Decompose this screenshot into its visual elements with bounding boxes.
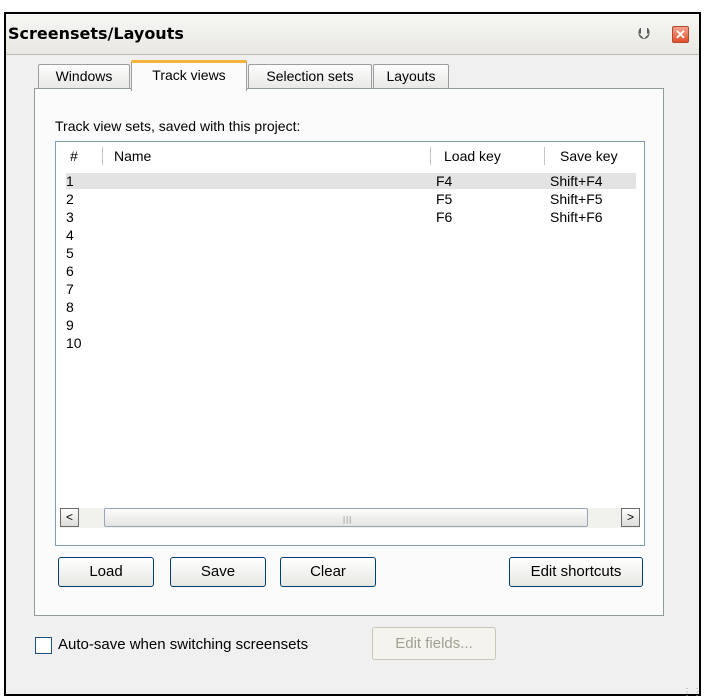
row-number: 8 — [66, 299, 74, 315]
tab-track-views[interactable]: Track views — [131, 60, 247, 91]
row-number: 5 — [66, 245, 74, 261]
clear-button[interactable]: Clear — [280, 557, 376, 587]
autosave-checkbox[interactable] — [35, 637, 52, 654]
list-row[interactable]: 8 — [66, 299, 636, 315]
column-divider[interactable] — [102, 147, 103, 165]
list-header: # Name Load key Save key — [56, 142, 644, 170]
window-title: Screensets/Layouts — [8, 24, 184, 43]
scroll-right-icon[interactable]: > — [621, 508, 640, 527]
pin-icon[interactable]: ⮋ — [635, 26, 653, 44]
column-header-load-key[interactable]: Load key — [444, 148, 501, 164]
load-button[interactable]: Load — [58, 557, 154, 587]
track-view-list[interactable]: # Name Load key Save key 1 F4 Shift+F4 2… — [55, 141, 645, 546]
save-button[interactable]: Save — [170, 557, 266, 587]
edit-fields-button: Edit fields... — [372, 627, 496, 660]
list-row[interactable]: 9 — [66, 317, 636, 333]
scroll-left-icon[interactable]: < — [60, 508, 79, 527]
row-load-key: F5 — [436, 191, 453, 207]
close-button[interactable]: ✕ — [672, 26, 689, 43]
panel-label: Track view sets, saved with this project… — [55, 118, 301, 134]
tab-layouts[interactable]: Layouts — [373, 64, 449, 89]
autosave-label[interactable]: Auto-save when switching screensets — [58, 636, 308, 653]
row-number: 6 — [66, 263, 74, 279]
row-load-key: F4 — [436, 173, 453, 189]
grip-icon: ||| — [343, 515, 353, 524]
list-row[interactable]: 6 — [66, 263, 636, 279]
tab-windows[interactable]: Windows — [38, 64, 130, 89]
column-header-name[interactable]: Name — [114, 148, 151, 164]
column-divider[interactable] — [544, 147, 545, 165]
column-header-save-key[interactable]: Save key — [560, 148, 618, 164]
edit-shortcuts-button[interactable]: Edit shortcuts — [509, 557, 643, 587]
row-save-key: Shift+F5 — [550, 191, 603, 207]
row-number: 4 — [66, 227, 74, 243]
list-row[interactable]: 5 — [66, 245, 636, 261]
row-save-key: Shift+F4 — [550, 173, 603, 189]
list-row[interactable]: 3 F6 Shift+F6 — [66, 209, 636, 225]
resize-grip-icon[interactable]: ⋮⋮ — [682, 687, 702, 698]
row-number: 2 — [66, 191, 74, 207]
list-row[interactable]: 4 — [66, 227, 636, 243]
row-number: 10 — [66, 335, 82, 351]
title-bar[interactable]: Screensets/Layouts ⮋ ✕ — [6, 14, 699, 55]
list-row[interactable]: 7 — [66, 281, 636, 297]
row-save-key: Shift+F6 — [550, 209, 603, 225]
column-header-number[interactable]: # — [70, 148, 78, 164]
row-number: 7 — [66, 281, 74, 297]
list-row[interactable]: 10 — [66, 335, 636, 351]
column-divider[interactable] — [430, 147, 431, 165]
scroll-thumb[interactable]: ||| — [104, 508, 588, 527]
tab-selection-sets[interactable]: Selection sets — [248, 64, 372, 89]
track-views-panel: Track view sets, saved with this project… — [34, 88, 664, 616]
row-load-key: F6 — [436, 209, 453, 225]
horizontal-scrollbar[interactable]: < ||| > — [60, 508, 640, 528]
row-number: 3 — [66, 209, 74, 225]
list-row[interactable]: 2 F5 Shift+F5 — [66, 191, 636, 207]
list-row[interactable]: 1 F4 Shift+F4 — [66, 173, 636, 189]
row-number: 9 — [66, 317, 74, 333]
row-number: 1 — [66, 173, 74, 189]
